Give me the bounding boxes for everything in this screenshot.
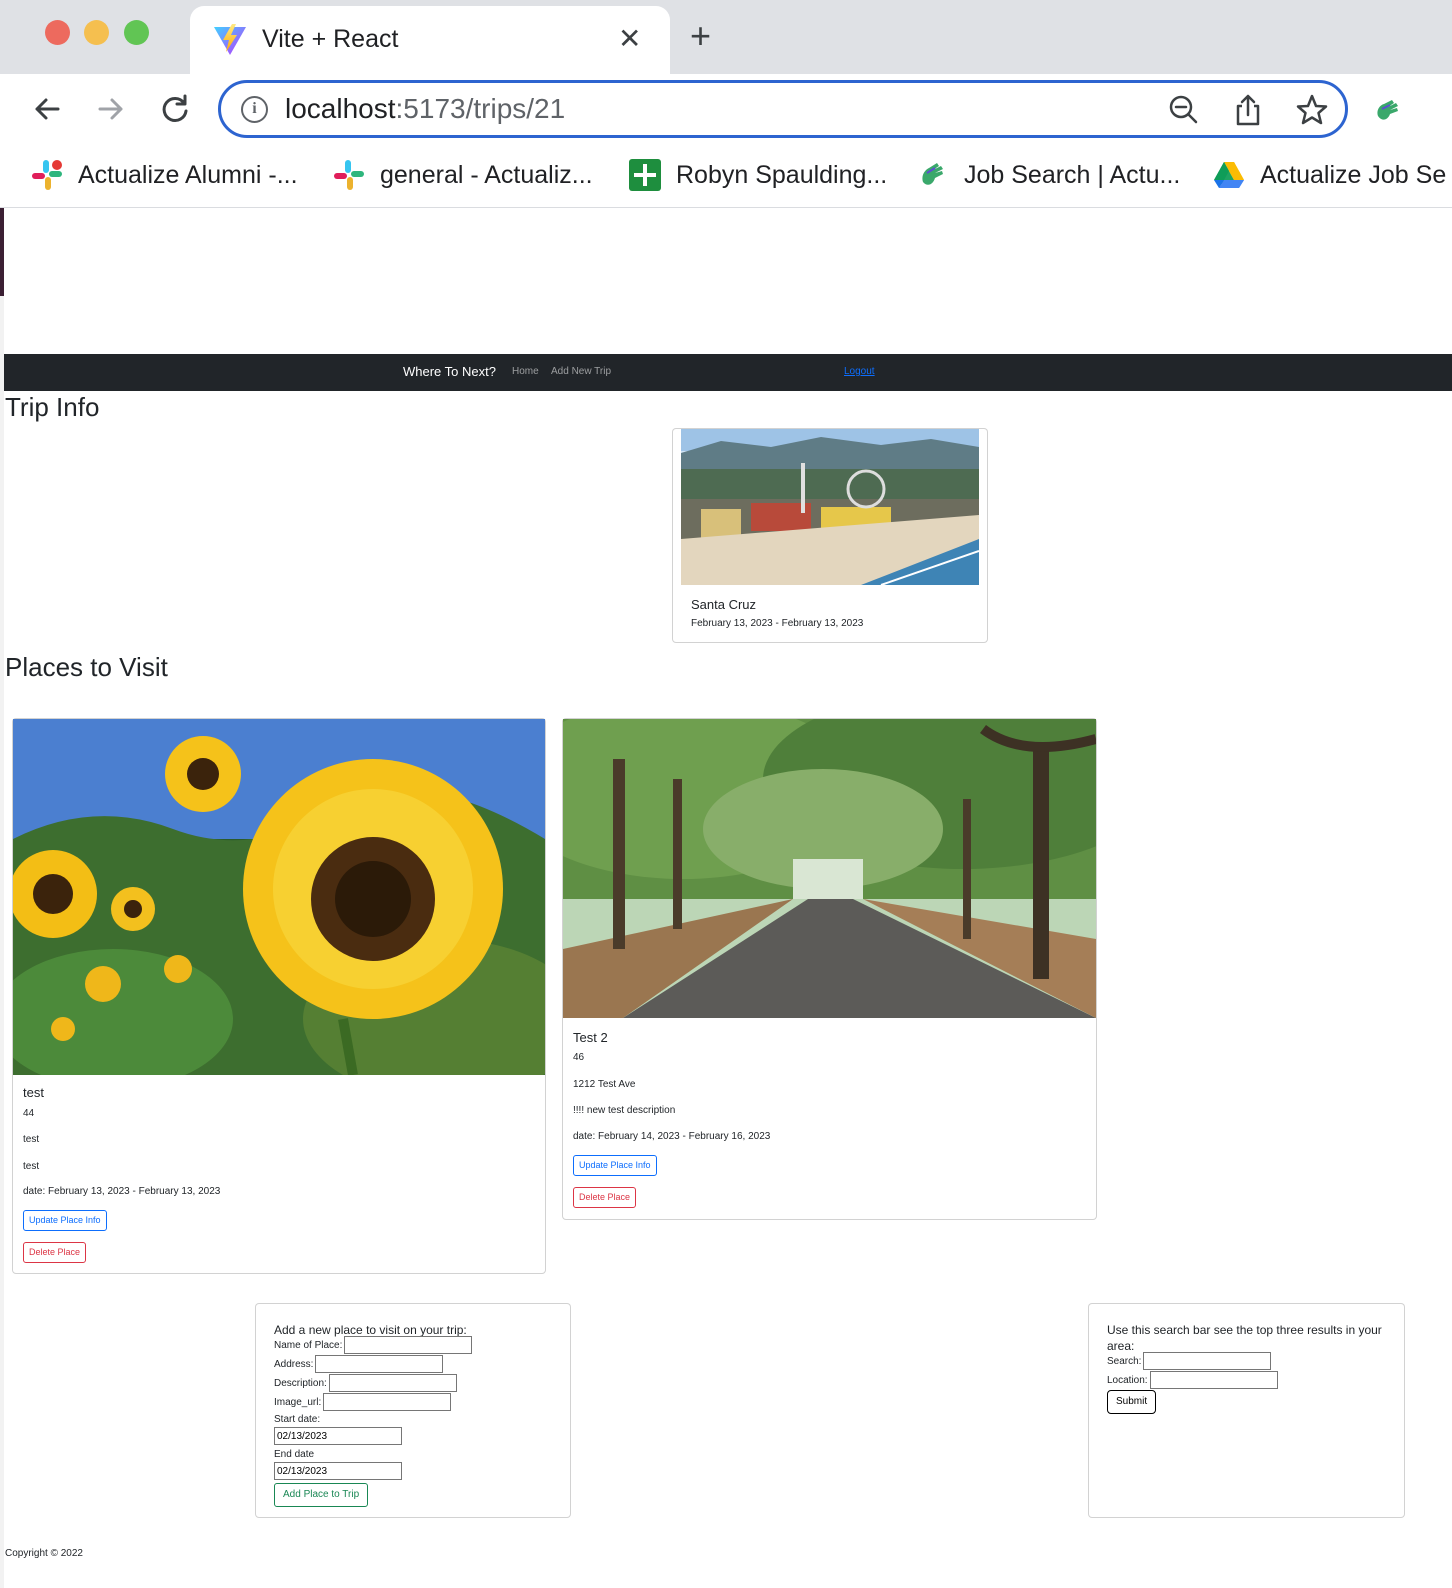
place-name: Test 2 — [573, 1030, 608, 1045]
site-info-icon[interactable]: i — [241, 96, 268, 123]
hand-wave-icon — [922, 163, 943, 185]
navbar-brand[interactable]: Where To Next? — [403, 364, 496, 379]
name-label: Name of Place: — [274, 1339, 343, 1351]
end-date-row — [274, 1462, 402, 1480]
place-image — [13, 719, 545, 1075]
place-id: 46 — [573, 1052, 585, 1063]
description-label: Description: — [274, 1377, 327, 1389]
url-text[interactable]: localhost:5173/trips/21 — [285, 93, 565, 125]
place-dates: date: February 13, 2023 - February 13, 2… — [23, 1186, 221, 1197]
delete-place-button[interactable]: Delete Place — [573, 1187, 637, 1208]
image-url-label: Image_url: — [274, 1396, 322, 1408]
places-heading: Places to Visit — [5, 652, 168, 682]
place-id: 44 — [23, 1108, 35, 1119]
address-label: Address: — [274, 1358, 314, 1370]
description-field-row: Description: — [274, 1374, 457, 1392]
slack-icon — [334, 160, 364, 190]
copyright-text: Copyright © 2022 — [5, 1548, 83, 1559]
search-label: Search: — [1107, 1355, 1142, 1367]
end-date-label-row: End date — [274, 1449, 314, 1460]
end-date-input[interactable] — [274, 1462, 402, 1480]
location-label: Location: — [1107, 1374, 1148, 1386]
search-heading: Use this search bar see the top three re… — [1107, 1323, 1382, 1353]
bookmark-label: general - Actualiz... — [380, 160, 593, 189]
share-icon[interactable] — [1231, 93, 1265, 127]
trip-dates: February 13, 2023 - February 13, 2023 — [691, 618, 864, 629]
plus-sheet-icon — [629, 159, 661, 191]
delete-place-button[interactable]: Delete Place — [23, 1242, 87, 1263]
back-arrow-icon[interactable] — [30, 92, 64, 126]
place-address: 1212 Test Ave — [573, 1079, 636, 1090]
browser-tab[interactable]: Vite + React ✕ — [190, 6, 670, 74]
bookmark-label: Robyn Spaulding... — [676, 160, 888, 189]
nav-link-home[interactable]: Home — [512, 366, 539, 377]
address-bar[interactable]: i localhost:5173/trips/21 — [218, 80, 1348, 138]
place-address: test — [23, 1134, 40, 1145]
bookmark-label: Job Search | Actu... — [964, 160, 1181, 189]
google-drive-icon — [1214, 162, 1244, 188]
search-form: Use this search bar see the top three re… — [1088, 1303, 1405, 1518]
browser-toolbar: i localhost:5173/trips/21 — [0, 74, 1452, 144]
search-submit-button[interactable]: Submit — [1107, 1390, 1157, 1414]
bookmark-item[interactable]: Actualize Job Se — [1212, 156, 1446, 194]
search-field-row: Search: — [1107, 1352, 1272, 1370]
logout-link[interactable]: Logout — [844, 366, 875, 377]
zoom-out-icon[interactable] — [1167, 93, 1201, 127]
bookmark-label: Actualize Job Se — [1260, 160, 1447, 189]
image-url-input[interactable] — [323, 1393, 452, 1411]
description-input[interactable] — [328, 1374, 457, 1392]
place-card: Test 2 46 1212 Test Ave !!!! new test de… — [562, 718, 1097, 1220]
name-field-row: Name of Place: — [274, 1336, 473, 1354]
vite-icon — [214, 24, 246, 55]
site-navbar: Where To Next? Home Add New Trip Logout — [4, 354, 1452, 391]
place-dates: date: February 14, 2023 - February 16, 2… — [573, 1131, 771, 1142]
extension-icon[interactable] — [1372, 96, 1402, 126]
tab-title: Vite + React — [262, 25, 399, 53]
forward-arrow-icon[interactable] — [94, 92, 128, 126]
bookmark-item[interactable]: Job Search | Actu... — [916, 156, 1180, 194]
bookmark-item[interactable]: Robyn Spaulding... — [628, 156, 887, 194]
new-tab-icon[interactable]: + — [690, 18, 711, 54]
bookmarks-bar: Actualize Alumni -... general - Actualiz… — [0, 144, 1452, 208]
place-description: !!!! new test description — [573, 1105, 676, 1116]
window-zoom-button[interactable] — [124, 20, 149, 45]
place-name: test — [23, 1085, 44, 1100]
trip-name: Santa Cruz — [691, 597, 757, 612]
close-tab-icon[interactable]: ✕ — [618, 24, 641, 54]
window-close-button[interactable] — [45, 20, 70, 45]
search-input[interactable] — [1143, 1352, 1272, 1370]
update-place-button[interactable]: Update Place Info — [573, 1155, 657, 1176]
end-date-label: End date — [274, 1449, 315, 1460]
add-place-button[interactable]: Add Place to Trip — [274, 1483, 369, 1507]
place-image — [563, 719, 1096, 1018]
window-minimize-button[interactable] — [84, 20, 109, 45]
trip-info-heading: Trip Info — [5, 392, 100, 422]
bookmark-item[interactable]: Actualize Alumni -... — [30, 156, 298, 194]
place-description: test — [23, 1161, 40, 1172]
place-card: test 44 test test date: February 13, 202… — [12, 718, 546, 1274]
trip-image — [681, 429, 979, 585]
reload-icon[interactable] — [158, 92, 192, 126]
trip-card: Santa Cruz February 13, 2023 - February … — [672, 428, 988, 643]
start-date-input[interactable] — [274, 1427, 402, 1445]
start-date-row — [274, 1427, 402, 1445]
name-input[interactable] — [344, 1336, 473, 1354]
browser-tab-strip: Vite + React ✕ + — [0, 0, 1452, 74]
location-input[interactable] — [1149, 1371, 1278, 1389]
slack-icon — [32, 160, 62, 190]
image-url-field-row: Image_url: — [274, 1393, 452, 1411]
bookmark-label: Actualize Alumni -... — [78, 160, 298, 189]
address-input[interactable] — [315, 1355, 444, 1373]
bookmark-star-icon[interactable] — [1295, 93, 1329, 127]
start-date-label: Start date: — [274, 1414, 321, 1425]
location-field-row: Location: — [1107, 1371, 1278, 1389]
start-date-label-row: Start date: — [274, 1414, 320, 1425]
nav-link-add-trip[interactable]: Add New Trip — [551, 366, 611, 377]
update-place-button[interactable]: Update Place Info — [23, 1210, 107, 1231]
address-field-row: Address: — [274, 1355, 444, 1373]
page-viewport: Where To Next? Home Add New Trip Logout … — [4, 208, 1452, 1588]
add-place-form: Add a new place to visit on your trip: N… — [255, 1303, 571, 1518]
bookmark-item[interactable]: general - Actualiz... — [332, 156, 593, 194]
